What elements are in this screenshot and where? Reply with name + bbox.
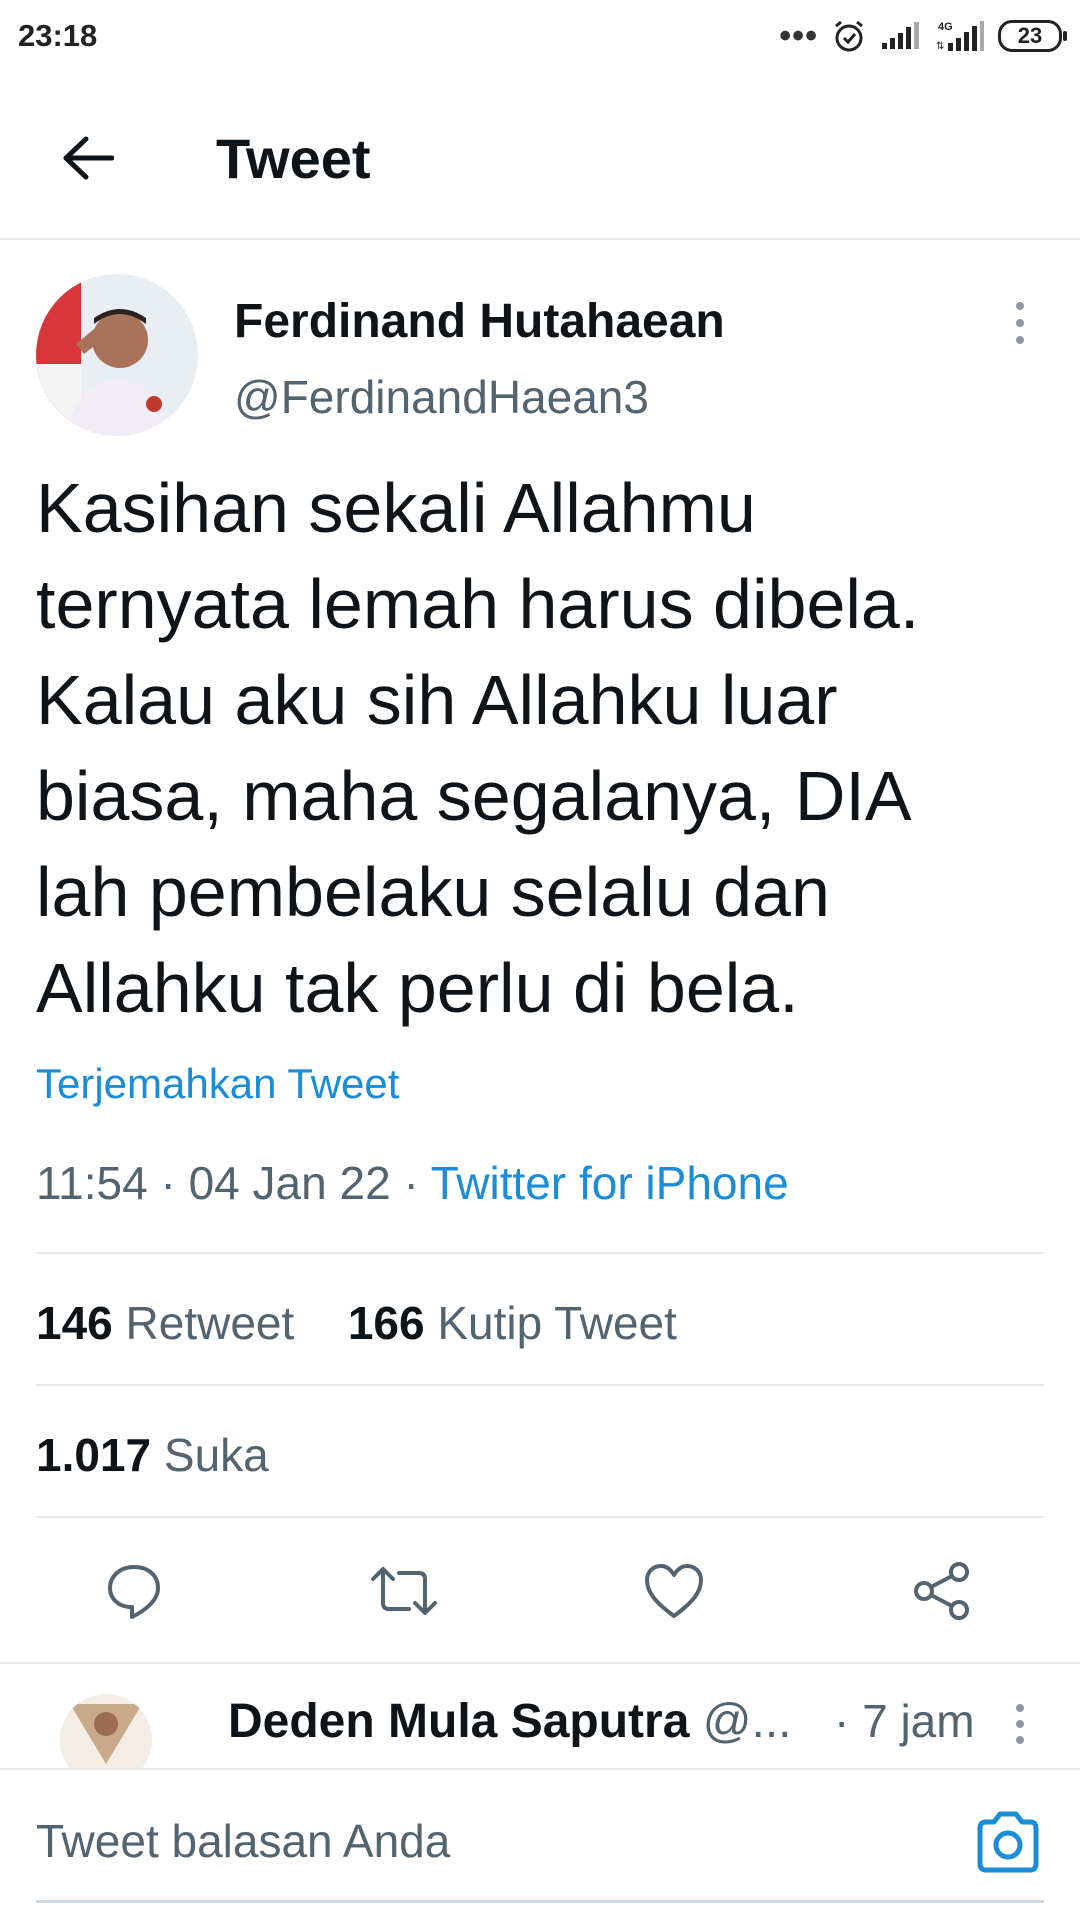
alarm-icon	[835, 20, 863, 52]
tweet-source-link[interactable]: Twitter for iPhone	[431, 1157, 789, 1209]
battery-icon: 23	[998, 20, 1067, 52]
like-button[interactable]	[636, 1556, 712, 1626]
retweets-count: 146	[36, 1297, 113, 1349]
more-vertical-icon	[1016, 1704, 1024, 1744]
reply-more-button[interactable]	[1010, 1700, 1030, 1750]
reply-author-name: Deden Mula Saputra	[228, 1695, 690, 1748]
tweet-time: 11:54	[36, 1157, 148, 1209]
divider	[36, 1252, 1044, 1254]
reply-preview[interactable]: Deden Mula Saputra @... · 7 jam	[0, 1664, 1080, 1768]
header: Tweet	[0, 76, 1080, 240]
status-bar: 23:18 ••• 4G ⇅ 23	[0, 0, 1080, 76]
status-icons: ••• 4G ⇅ 23	[779, 16, 1067, 56]
signal-icon	[882, 22, 919, 49]
meta-separator: ·	[160, 1157, 176, 1209]
camera-button[interactable]	[974, 1808, 1042, 1876]
reply-icon	[108, 1565, 160, 1619]
author-avatar[interactable]	[36, 274, 198, 436]
reply-button[interactable]	[96, 1556, 172, 1626]
tweet-text: Kasihan sekali Allahmu ternyata lemah ha…	[36, 460, 1046, 1036]
reply-compose-bar: Tweet balasan Anda	[0, 1768, 1080, 1922]
retweet-icon	[371, 1567, 437, 1615]
back-button[interactable]	[48, 118, 128, 198]
reply-author[interactable]: Deden Mula Saputra @...	[228, 1694, 792, 1749]
quotes-count: 166	[347, 1297, 425, 1349]
retweet-button[interactable]	[366, 1556, 442, 1626]
likes-label: Suka	[163, 1429, 269, 1481]
tweet-date: 04 Jan 22	[188, 1157, 391, 1209]
like-icon	[645, 1564, 703, 1618]
meta-separator: ·	[403, 1157, 419, 1209]
reply-author-handle: @...	[702, 1695, 792, 1748]
quotes-stat[interactable]: 166 Kutip Tweet	[348, 1297, 677, 1349]
tweet-text-line: Kalau aku sih Allahku luar	[36, 661, 838, 739]
tweet-text-line: biasa, maha segalanya, DIA	[36, 757, 912, 835]
input-underline	[36, 1900, 1044, 1903]
svg-text:4G: 4G	[938, 21, 953, 33]
more-dots-icon: •••	[779, 17, 818, 55]
tweet-text-line: ternyata lemah harus dibela.	[36, 565, 920, 643]
arrow-left-icon	[63, 136, 114, 180]
reply-avatar[interactable]	[60, 1694, 152, 1768]
author-name[interactable]: Ferdinand Hutahaean	[234, 294, 725, 349]
likes-count: 1.017	[36, 1429, 152, 1481]
more-vertical-icon	[1016, 302, 1024, 344]
share-icon	[914, 1562, 969, 1620]
status-time: 23:18	[18, 18, 98, 53]
retweet-quote-stats: 146 Retweet 166 Kutip Tweet	[36, 1296, 677, 1350]
4g-signal-icon: 4G ⇅	[936, 21, 984, 52]
tweet-text-line: Allahku tak perlu di bela.	[36, 949, 799, 1027]
likes-stat[interactable]: 1.017 Suka	[36, 1428, 269, 1482]
action-bar	[36, 1546, 1044, 1636]
reply-input[interactable]: Tweet balasan Anda	[36, 1814, 450, 1868]
reply-time: · 7 jam	[834, 1695, 975, 1747]
retweets-label: Retweet	[125, 1297, 295, 1349]
more-options-button[interactable]	[1000, 298, 1040, 348]
tweet-text-line: Kasihan sekali Allahmu	[36, 469, 756, 547]
divider	[36, 1384, 1044, 1386]
tweet-text-line: lah pembelaku selalu dan	[36, 853, 830, 931]
translate-tweet-link[interactable]: Terjemahkan Tweet	[36, 1060, 399, 1108]
svg-text:⇅: ⇅	[936, 41, 944, 52]
retweets-stat[interactable]: 146 Retweet	[36, 1297, 294, 1349]
tweet-meta: 11:54 · 04 Jan 22 · Twitter for iPhone	[36, 1156, 789, 1210]
author-handle[interactable]: @FerdinandHaean3	[234, 370, 649, 424]
avatar-image	[60, 1694, 152, 1768]
avatar-image	[36, 274, 198, 436]
quotes-label: Kutip Tweet	[437, 1297, 677, 1349]
divider	[36, 1516, 1044, 1518]
camera-icon	[977, 1811, 1039, 1873]
share-button[interactable]	[904, 1556, 980, 1626]
page-title: Tweet	[216, 127, 371, 190]
